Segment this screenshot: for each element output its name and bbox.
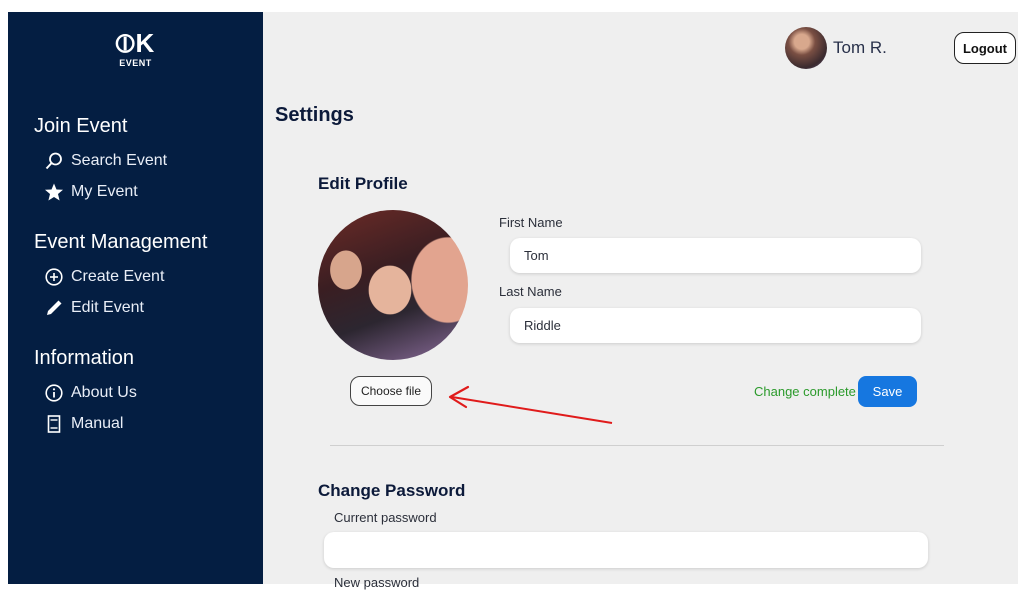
- profile-photo: [318, 210, 468, 360]
- logo-subtitle: EVENT: [119, 58, 152, 68]
- nav-heading: Join Event: [34, 115, 128, 137]
- change-password-heading: Change Password: [318, 481, 466, 500]
- edit-profile-heading: Edit Profile: [318, 174, 408, 193]
- nav-group-information: Information About Us Manual: [34, 345, 137, 439]
- user-name: Tom R.: [833, 38, 887, 57]
- choose-file-button[interactable]: Choose file: [350, 376, 432, 406]
- first-name-label: First Name: [499, 215, 563, 230]
- star-icon: [45, 183, 63, 200]
- plus-circle-icon: [45, 267, 63, 286]
- page-title: Settings: [275, 104, 354, 126]
- sidebar-item-search-event[interactable]: Search Event: [34, 145, 167, 176]
- status-message: Change complete: [754, 384, 856, 399]
- sidebar-item-create-event[interactable]: Create Event: [34, 261, 207, 292]
- avatar[interactable]: [785, 27, 827, 69]
- sidebar-item-label: Create Event: [71, 267, 165, 285]
- current-password-field[interactable]: [324, 532, 928, 568]
- last-name-label: Last Name: [499, 284, 562, 299]
- sidebar-item-manual[interactable]: Manual: [34, 408, 137, 439]
- sidebar-item-label: My Event: [71, 182, 138, 200]
- sidebar-item-about-us[interactable]: About Us: [34, 377, 137, 408]
- sidebar-item-label: Manual: [71, 414, 124, 432]
- section-divider: [330, 445, 944, 446]
- search-icon: [45, 152, 62, 169]
- sidebar: ⦶K EVENT Join Event Search Event My Even…: [8, 12, 263, 584]
- save-button[interactable]: Save: [858, 376, 917, 407]
- sidebar-item-label: Edit Event: [71, 298, 144, 316]
- logo-mark: ⦶K: [115, 28, 156, 58]
- main-content: Tom R. Logout Settings Edit Profile Firs…: [263, 12, 1018, 590]
- sidebar-item-my-event[interactable]: My Event: [34, 176, 167, 207]
- pencil-icon: [47, 300, 62, 315]
- info-icon: [45, 383, 63, 402]
- annotation-arrow: [448, 385, 613, 424]
- nav-heading: Information: [34, 347, 135, 369]
- logout-button[interactable]: Logout: [954, 32, 1016, 64]
- sidebar-item-label: About Us: [71, 383, 137, 401]
- app-logo[interactable]: ⦶K EVENT: [8, 30, 263, 68]
- sidebar-item-label: Search Event: [71, 151, 168, 169]
- current-password-label: Current password: [334, 510, 437, 525]
- sidebar-item-edit-event[interactable]: Edit Event: [34, 292, 207, 323]
- nav-heading: Event Management: [34, 231, 208, 253]
- first-name-field[interactable]: Tom: [510, 238, 921, 273]
- last-name-field[interactable]: Riddle: [510, 308, 921, 343]
- new-password-label: New password: [334, 575, 420, 590]
- user-menu[interactable]: Tom R.: [785, 27, 887, 69]
- nav-group-join-event: Join Event Search Event My Event: [34, 113, 167, 207]
- nav-group-event-management: Event Management Create Event Edit Event: [34, 229, 207, 323]
- document-icon: [47, 414, 61, 433]
